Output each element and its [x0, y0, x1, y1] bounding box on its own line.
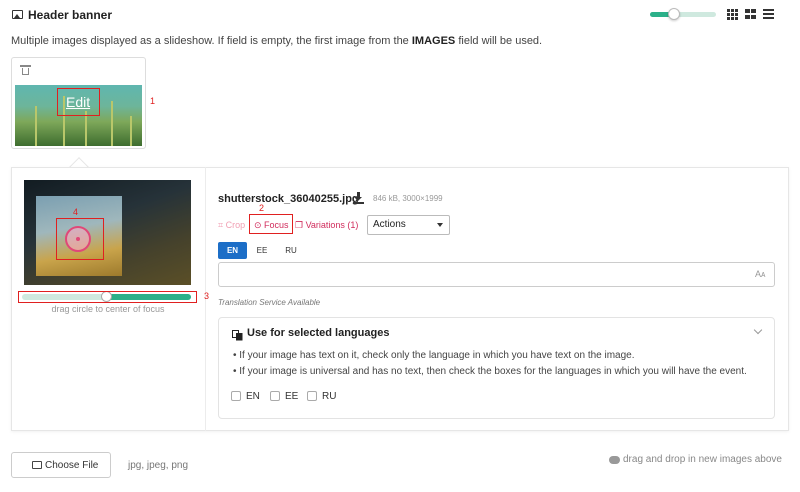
cloud-upload-icon	[609, 456, 620, 464]
field-description: Multiple images displayed as a slideshow…	[11, 35, 543, 47]
annotation-box-1	[57, 88, 100, 116]
annotation-box-4	[56, 218, 104, 260]
language-icon	[232, 328, 243, 341]
list-icon[interactable]	[763, 9, 774, 20]
instruction-text: • If your image is universal and has no …	[233, 366, 747, 377]
annotation-number-4: 4	[73, 207, 79, 217]
thumbnail-size-slider[interactable]	[650, 8, 716, 20]
trash-icon[interactable]	[20, 65, 31, 75]
file-meta: 846 kB, 3000×1999	[373, 194, 443, 203]
annotation-number-2: 2	[259, 203, 265, 213]
translation-note: Translation Service Available	[218, 298, 321, 307]
choose-file-label: Choose File	[45, 460, 99, 471]
checkbox-en[interactable]	[231, 391, 241, 401]
annotation-box-2	[249, 214, 293, 234]
checkbox-ru[interactable]	[307, 391, 317, 401]
lang-tab-ru[interactable]: RU	[279, 242, 303, 259]
tab-crop[interactable]: ⌗ Crop	[218, 220, 245, 231]
caption-input[interactable]	[218, 262, 775, 287]
tab-variations[interactable]: ❐ Variations (1)	[295, 220, 358, 231]
checkbox-ee[interactable]	[270, 391, 280, 401]
grid-large-icon[interactable]	[745, 9, 757, 20]
annotation-number-3: 3	[204, 291, 210, 301]
lang-tab-ee[interactable]: EE	[250, 242, 274, 259]
actions-select[interactable]: Actions	[367, 215, 450, 235]
file-name: shutterstock_36040255.jpg	[218, 193, 359, 205]
image-icon	[12, 10, 23, 19]
folder-icon	[32, 461, 42, 469]
focus-hint: drag circle to center of focus	[51, 304, 165, 314]
download-icon[interactable]	[353, 192, 364, 204]
drag-drop-hint: drag and drop in new images above	[623, 454, 782, 465]
lang-tab-en[interactable]: EN	[218, 242, 247, 259]
checkbox-label-ee: EE	[285, 391, 299, 402]
checkbox-label-ru: RU	[322, 391, 337, 402]
allowed-file-types: jpg, jpeg, png	[128, 460, 189, 471]
field-title: Header banner	[28, 8, 113, 22]
annotation-number-1: 1	[150, 96, 156, 106]
slider-handle[interactable]	[668, 8, 680, 20]
annotation-box-3	[18, 291, 197, 303]
instruction-text: • If your image has text on it, check on…	[233, 350, 635, 361]
language-card-title: Use for selected languages	[247, 327, 390, 339]
checkbox-label-en: EN	[246, 391, 260, 402]
font-size-icon[interactable]: Aᴀ	[755, 269, 765, 279]
grid-small-icon[interactable]	[727, 9, 739, 20]
chevron-down-icon	[437, 223, 443, 227]
